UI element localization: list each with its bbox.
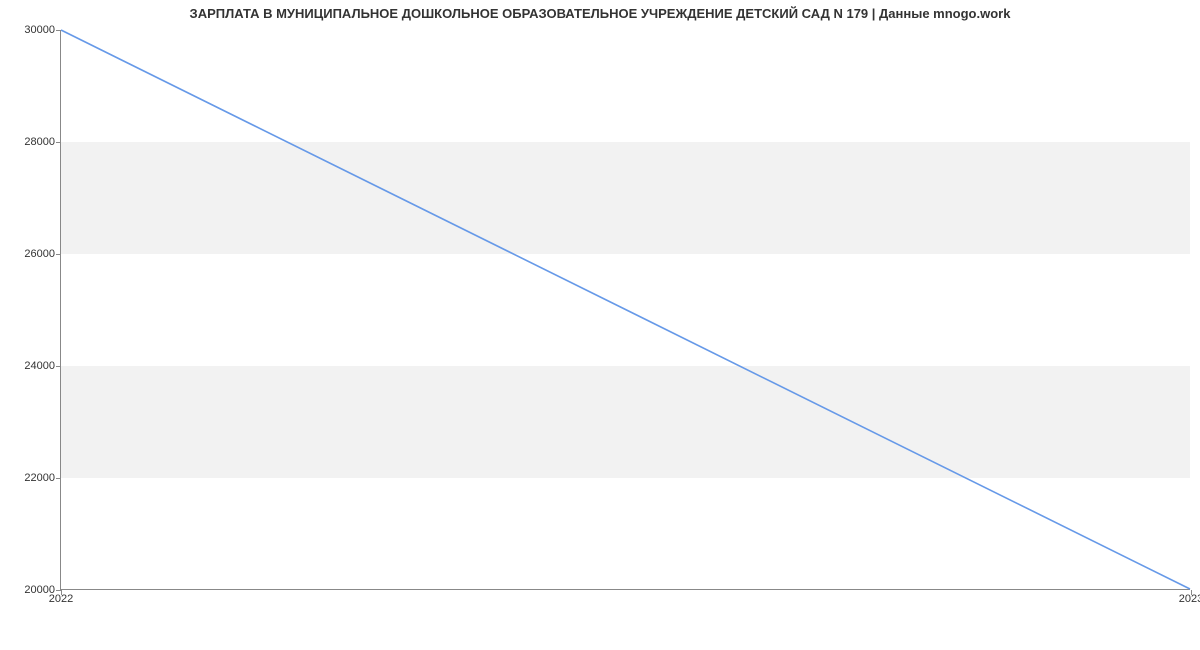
- y-axis-tick-label: 26000: [24, 248, 55, 260]
- y-axis-tick-label: 30000: [24, 24, 55, 36]
- x-axis-tick-mark: [1191, 590, 1192, 595]
- y-axis-tick-label: 24000: [24, 360, 55, 372]
- y-axis-tick-mark: [56, 142, 61, 143]
- y-axis-tick-mark: [56, 366, 61, 367]
- chart-line-svg: [61, 30, 1190, 589]
- chart-title: ЗАРПЛАТА В МУНИЦИПАЛЬНОЕ ДОШКОЛЬНОЕ ОБРА…: [0, 6, 1200, 21]
- y-axis-tick-mark: [56, 478, 61, 479]
- x-axis-tick-label: 2023: [1179, 593, 1200, 605]
- chart-series-line: [61, 30, 1190, 589]
- x-axis-tick-mark: [61, 590, 62, 595]
- y-axis-tick-label: 22000: [24, 472, 55, 484]
- y-axis-tick-label: 28000: [24, 136, 55, 148]
- chart: ЗАРПЛАТА В МУНИЦИПАЛЬНОЕ ДОШКОЛЬНОЕ ОБРА…: [0, 0, 1200, 650]
- y-axis-tick-mark: [56, 254, 61, 255]
- chart-plot-area: 20000220002400026000280003000020222023: [60, 30, 1190, 590]
- y-axis-tick-mark: [56, 30, 61, 31]
